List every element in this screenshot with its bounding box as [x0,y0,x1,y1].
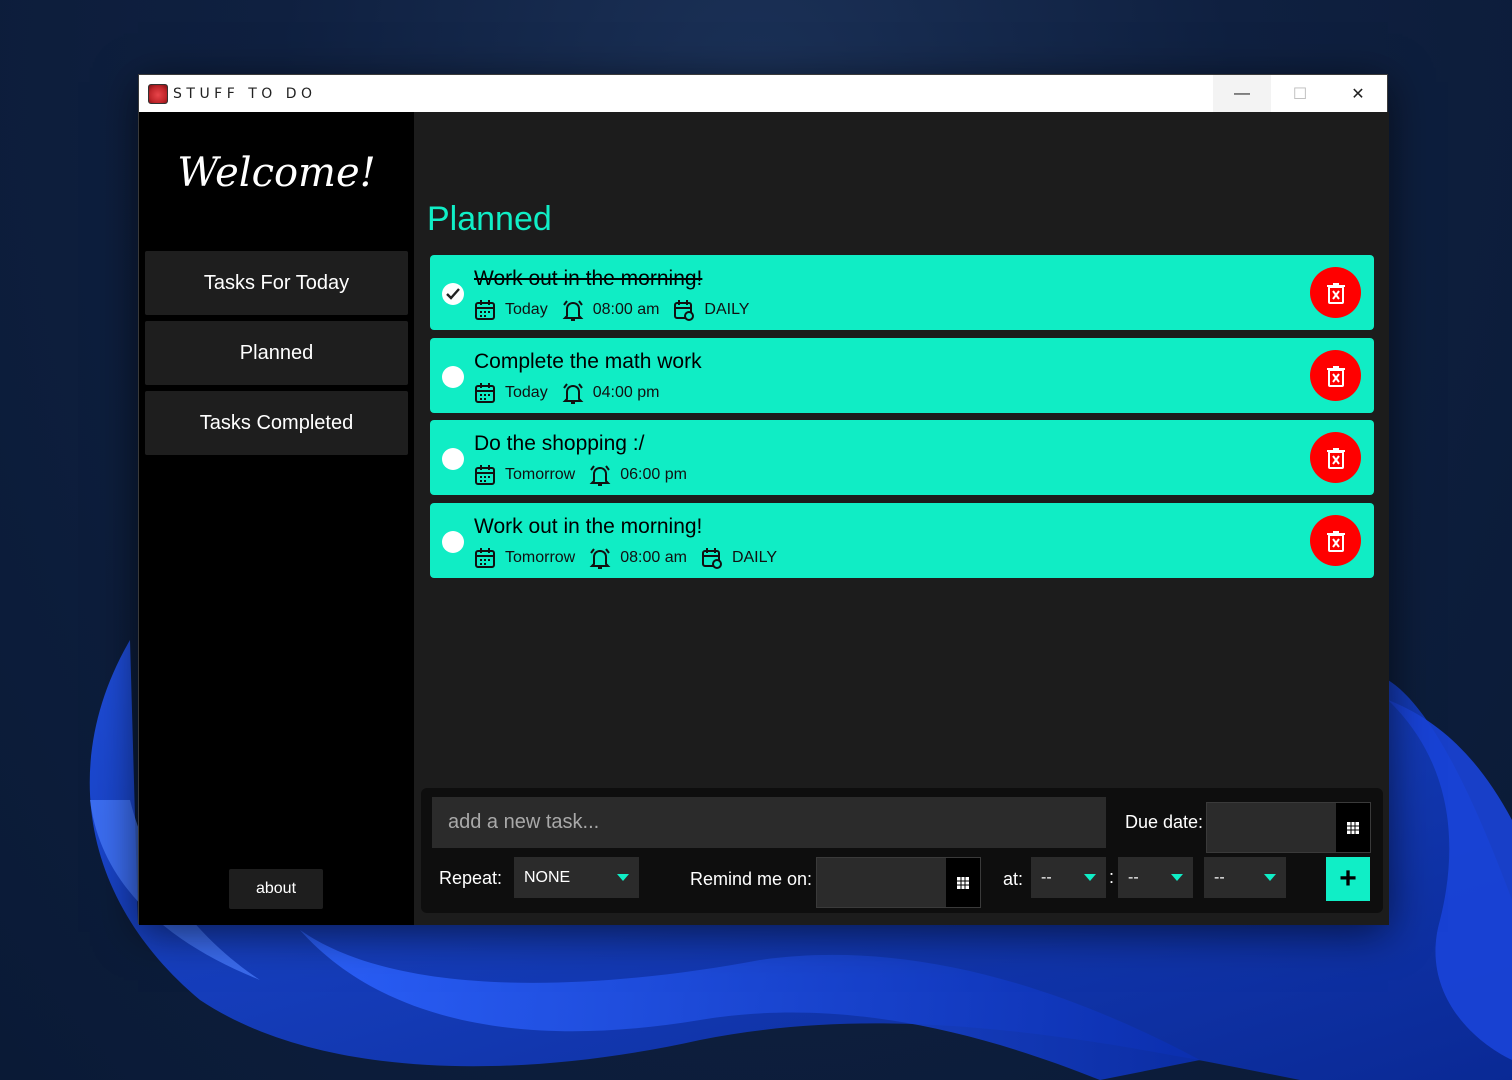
trash-icon [1326,365,1345,387]
task-item: Complete the math work Today 04:00 pm [430,338,1374,413]
alarm-icon [562,300,584,321]
sidebar: Welcome! Tasks For Today Planned Tasks C… [139,112,414,925]
welcome-heading: Welcome! [177,150,376,196]
trash-icon [1326,530,1345,552]
repeat-select[interactable]: NONE [514,857,639,898]
task-time: 08:00 am [620,549,687,566]
remind-label: Remind me on: [690,869,813,889]
trash-icon [1326,447,1345,469]
task-meta: Tomorrow 08:00 am DAILY [474,547,777,569]
delete-task-button[interactable] [1310,267,1361,318]
due-date-label: Due date: [1125,812,1204,832]
task-date: Today [505,301,548,318]
trash-icon [1326,282,1345,304]
task-time: 04:00 pm [592,384,660,401]
task-checkbox[interactable] [442,531,464,553]
remind-date-picker-button[interactable] [946,858,980,907]
task-title: Complete the math work [474,350,702,373]
task-date: Tomorrow [505,549,576,566]
title-bar[interactable]: STUFF TO DO — ☐ ✕ [139,75,1387,112]
task-meta: Today 08:00 am DAILY [474,299,749,321]
ampm-select-value: -- [1214,868,1225,886]
calendar-icon [475,548,495,568]
calendar-icon [475,465,495,485]
task-repeat: DAILY [704,301,750,318]
chevron-down-icon [1264,874,1276,881]
task-title: Work out in the morning! [474,267,703,290]
task-meta: Tomorrow 06:00 pm [474,464,687,486]
window-controls: — ☐ ✕ [1213,75,1387,112]
delete-task-button[interactable] [1310,350,1361,401]
add-task-button[interactable]: + [1326,857,1370,901]
new-task-input[interactable] [432,797,1106,848]
repeat-label: Repeat: [439,868,503,888]
repeat-select-value: NONE [524,868,571,886]
hour-select-value: -- [1041,868,1052,886]
chevron-down-icon [617,874,629,881]
at-label: at: [1003,869,1024,889]
new-task-form: Due date: Repeat: NONE Remind me on: at:… [421,788,1383,913]
chevron-down-icon [1171,874,1183,881]
hour-select[interactable]: -- [1031,857,1106,898]
time-separator: : [1109,867,1115,887]
delete-task-button[interactable] [1310,432,1361,483]
task-date: Today [505,384,548,401]
minute-select[interactable]: -- [1118,857,1193,898]
repeat-calendar-icon [674,300,695,321]
task-checkbox[interactable] [442,448,464,470]
alarm-icon [589,465,611,486]
minute-select-value: -- [1128,868,1139,886]
task-checkbox[interactable] [442,366,464,388]
due-date-field[interactable] [1206,802,1371,853]
task-meta: Today 04:00 pm [474,382,659,404]
remind-date-field[interactable] [816,857,981,908]
main-panel: Planned Work out in the morning! Today 0… [414,112,1389,925]
chevron-down-icon [1084,874,1096,881]
task-item: Work out in the morning! Tomorrow 08:00 … [430,503,1374,578]
checkmark-icon [446,288,460,300]
calendar-icon [475,383,495,403]
app-window: STUFF TO DO — ☐ ✕ Welcome! Tasks For Tod… [138,74,1389,925]
task-checkbox[interactable] [442,283,464,305]
calendar-grid-icon [1347,821,1359,834]
task-repeat: DAILY [731,549,778,566]
sidebar-item-planned[interactable]: Planned [145,321,408,385]
sidebar-item-tasks-for-today[interactable]: Tasks For Today [145,251,408,315]
ampm-select[interactable]: -- [1204,857,1286,898]
calendar-grid-icon [957,876,969,889]
sidebar-item-tasks-completed[interactable]: Tasks Completed [145,391,408,455]
page-title: Planned [427,200,552,238]
app-logo-icon [148,83,168,104]
task-title: Work out in the morning! [474,515,703,538]
task-item: Do the shopping :/ Tomorrow 06:00 pm [430,420,1374,495]
due-date-picker-button[interactable] [1336,803,1370,852]
minimize-button[interactable]: — [1213,75,1271,112]
task-time: 08:00 am [592,301,660,318]
task-date: Tomorrow [505,466,576,483]
repeat-calendar-icon [701,548,722,569]
calendar-icon [475,300,495,320]
alarm-icon [589,548,611,569]
task-item: Work out in the morning! Today 08:00 am … [430,255,1374,330]
window-title: STUFF TO DO [173,85,317,102]
delete-task-button[interactable] [1310,515,1361,566]
task-time: 06:00 pm [620,466,687,483]
about-button[interactable]: about [229,869,323,909]
alarm-icon [562,383,584,404]
task-title: Do the shopping :/ [474,432,645,455]
close-button[interactable]: ✕ [1329,75,1387,112]
maximize-button[interactable]: ☐ [1271,75,1329,112]
